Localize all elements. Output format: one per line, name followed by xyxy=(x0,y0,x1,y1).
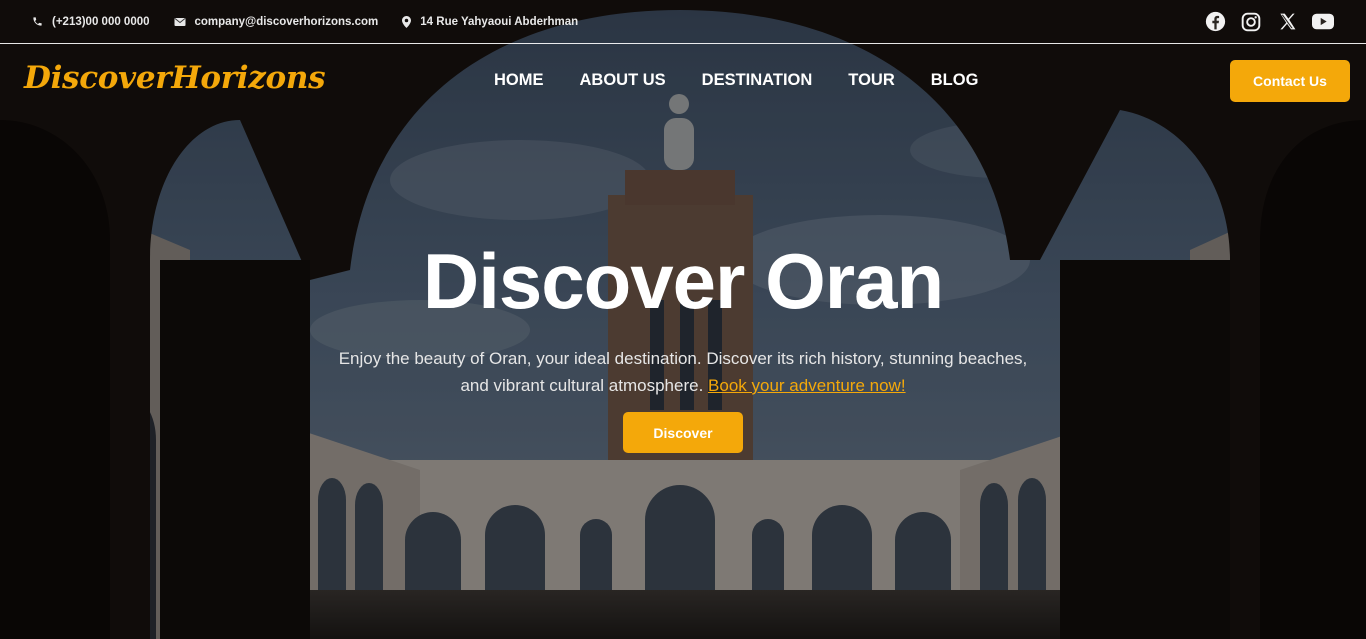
map-pin-icon xyxy=(402,15,412,28)
envelope-icon xyxy=(174,17,186,26)
discover-button[interactable]: Discover xyxy=(623,412,743,453)
main-navbar: DiscoverHorizons HOME ABOUT US DESTINATI… xyxy=(0,46,1366,118)
instagram-icon[interactable] xyxy=(1240,11,1262,33)
hero-description-text: Enjoy the beauty of Oran, your ideal des… xyxy=(338,349,1028,395)
phone-text: (+213)00 000 0000 xyxy=(52,15,150,28)
top-contact-bar: (+213)00 000 0000 company@discoverhorizo… xyxy=(0,0,1366,44)
email-text: company@discoverhorizons.com xyxy=(194,15,379,28)
address-text: 14 Rue Yahyaoui Abderhman xyxy=(420,15,579,28)
contact-us-button[interactable]: Contact Us xyxy=(1230,60,1350,102)
nav-destination[interactable]: DESTINATION xyxy=(702,71,813,90)
facebook-icon[interactable] xyxy=(1204,11,1226,33)
social-links xyxy=(1204,11,1334,33)
hero-title: Discover Oran xyxy=(422,237,944,325)
phone-icon xyxy=(33,17,42,26)
primary-nav: HOME ABOUT US DESTINATION TOUR BLOG xyxy=(476,71,996,90)
book-adventure-link[interactable]: Book your adventure now! xyxy=(708,376,906,395)
address-contact: 14 Rue Yahyaoui Abderhman xyxy=(402,15,579,28)
hero-description: Enjoy the beauty of Oran, your ideal des… xyxy=(330,345,1036,399)
email-contact[interactable]: company@discoverhorizons.com xyxy=(174,15,379,28)
youtube-icon[interactable] xyxy=(1312,11,1334,33)
site-logo[interactable]: DiscoverHorizons xyxy=(24,60,326,96)
phone-contact[interactable]: (+213)00 000 0000 xyxy=(32,16,150,28)
nav-blog[interactable]: BLOG xyxy=(931,71,979,90)
x-twitter-icon[interactable] xyxy=(1276,11,1298,33)
nav-home[interactable]: HOME xyxy=(494,71,544,90)
nav-about-us[interactable]: ABOUT US xyxy=(580,71,666,90)
nav-tour[interactable]: TOUR xyxy=(848,71,894,90)
